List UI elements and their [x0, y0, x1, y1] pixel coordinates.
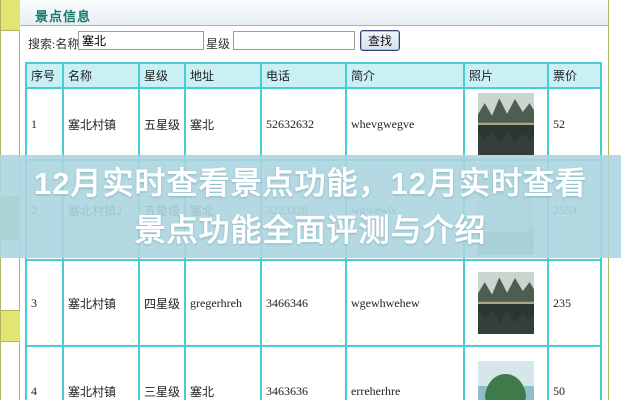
search-button[interactable]: 查找 [360, 30, 401, 51]
cell-photo [463, 259, 549, 347]
cell-star: 四星级 [138, 259, 186, 347]
table-row[interactable]: 3 塞北村镇 四星级 gregerhreh 3466346 wgewhwehew… [25, 259, 602, 347]
cell-star: 五星级 [138, 87, 186, 161]
cell-price: 50 [547, 345, 602, 400]
spot-photo [478, 361, 534, 400]
cell-seq: 1 [25, 87, 64, 161]
scenic-spot-app: 景点信息 搜索:名称: 星级 查找 序号 名称 星级 地址 电话 简介 [0, 0, 621, 400]
star-level-label: 星级 [206, 37, 231, 51]
promo-title-line2: 景点功能全面评测与介绍 [134, 212, 487, 248]
cell-price: 52 [547, 87, 602, 161]
cell-phone: 3466346 [260, 259, 347, 347]
cell-name: 塞北村镇 [62, 259, 140, 347]
cell-name: 塞北村镇 [62, 87, 140, 161]
nav-item-highlight-top[interactable] [1, 0, 20, 31]
spot-photo [478, 272, 534, 334]
header-seq: 序号 [25, 62, 64, 89]
cell-intro: wgewhwehew [345, 259, 465, 347]
header-star: 星级 [138, 62, 186, 89]
cell-name: 塞北村镇 [62, 345, 140, 400]
spot-photo [478, 93, 534, 155]
header-price: 票价 [547, 62, 602, 89]
header-intro: 简介 [345, 62, 465, 89]
search-bar: 搜索:名称: 星级 查找 [20, 26, 608, 56]
cell-address: gregerhreh [184, 259, 262, 347]
promo-overlay-banner: 12月实时查看景点功能，12月实时查看 景点功能全面评测与介绍 [0, 155, 621, 258]
star-level-input[interactable] [233, 31, 355, 50]
cell-photo [463, 345, 549, 400]
promo-title-line1: 12月实时查看景点功能，12月实时查看 [34, 165, 587, 201]
cell-seq: 3 [25, 259, 64, 347]
search-name-input[interactable] [78, 31, 204, 50]
page-title: 景点信息 [35, 9, 92, 24]
cell-seq: 4 [25, 345, 64, 400]
cell-intro: erreherhre [345, 345, 465, 400]
cell-star: 三星级 [138, 345, 186, 400]
table-header-row: 序号 名称 星级 地址 电话 简介 照片 票价 [25, 62, 602, 89]
cell-price: 235 [547, 259, 602, 347]
table-row[interactable]: 1 塞北村镇 五星级 塞北 52632632 whevgwegve 52 [25, 87, 602, 161]
search-name-label: 搜索:名称: [28, 37, 83, 51]
cell-intro: whevgwegve [345, 87, 465, 161]
header-address: 地址 [184, 62, 262, 89]
panel-title-bar: 景点信息 [20, 0, 608, 26]
cell-photo [463, 87, 549, 161]
cell-address: 塞北 [184, 345, 262, 400]
table-row[interactable]: 4 塞北村镇 三星级 塞北 3463636 erreherhre 50 [25, 345, 602, 400]
header-phone: 电话 [260, 62, 347, 89]
cell-address: 塞北 [184, 87, 262, 161]
header-photo: 照片 [463, 62, 549, 89]
cell-phone: 3463636 [260, 345, 347, 400]
nav-item-highlight-low[interactable] [1, 310, 20, 342]
header-name: 名称 [62, 62, 140, 89]
cell-phone: 52632632 [260, 87, 347, 161]
